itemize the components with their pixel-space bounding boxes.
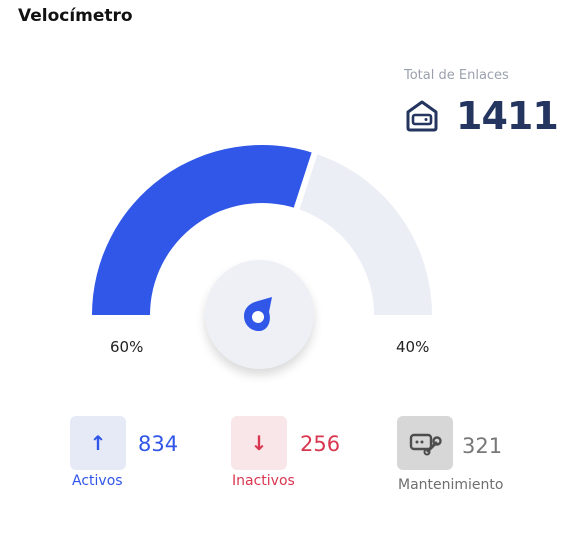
pin-icon: [244, 297, 272, 331]
router-wrench-icon: [409, 433, 442, 456]
velocimetro-card: Velocímetro Total de Enlaces 1411 60% 40…: [0, 0, 572, 540]
inactivos-button[interactable]: ↓: [231, 416, 287, 470]
mantenimiento-button[interactable]: [397, 416, 453, 470]
activos-value: 834: [138, 432, 179, 456]
activos-button[interactable]: ↑: [70, 416, 126, 470]
activos-label: Activos: [72, 473, 123, 489]
arrow-up-icon: ↑: [89, 431, 107, 455]
mantenimiento-value: 321: [462, 434, 503, 458]
inactivos-label: Inactivos: [232, 473, 295, 489]
gauge-left-percent: 60%: [110, 338, 144, 356]
gauge-right-percent: 40%: [396, 338, 430, 356]
inactivos-value: 256: [300, 432, 341, 456]
arrow-down-icon: ↓: [250, 431, 268, 455]
mantenimiento-label: Mantenimiento: [398, 477, 504, 493]
